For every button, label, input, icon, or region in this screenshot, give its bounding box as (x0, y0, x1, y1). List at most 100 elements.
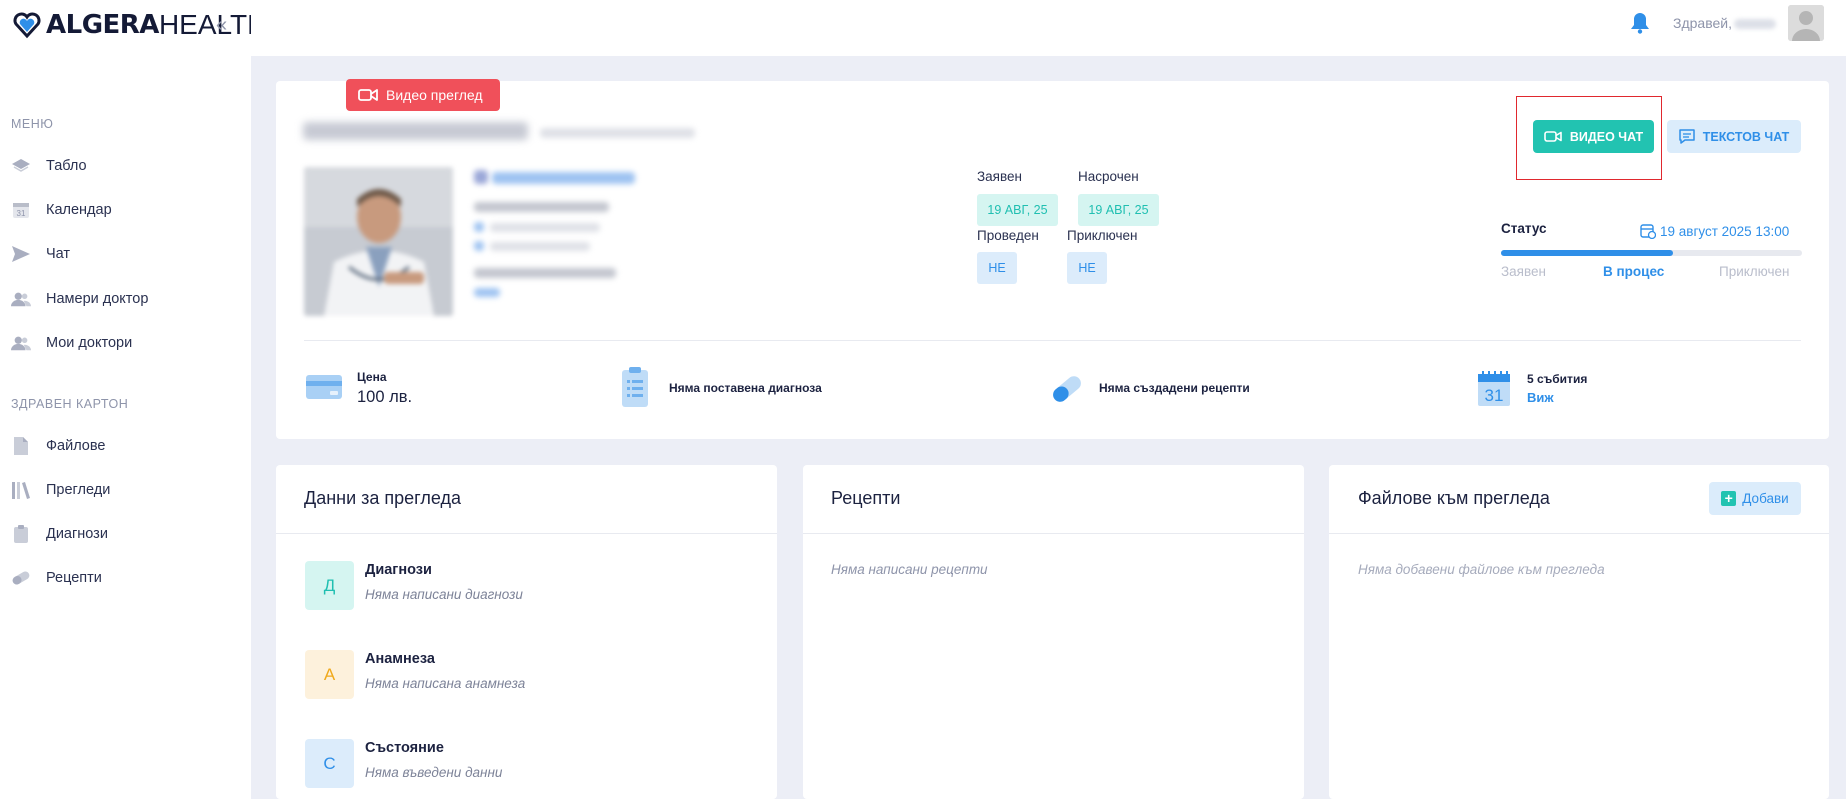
held-label: Проведен (977, 228, 1039, 243)
user-name-redacted (1733, 19, 1776, 30)
send-icon (11, 244, 31, 264)
svg-text:31: 31 (1485, 386, 1504, 405)
events-view-link[interactable]: Виж (1527, 390, 1554, 405)
status-label: Статус (1501, 221, 1547, 236)
diagnosis-info: Няма поставена диагноза (669, 381, 822, 395)
sidebar-item-find-doctor[interactable]: Намери доктор (0, 279, 251, 319)
doctor-email-redacted (490, 242, 590, 251)
brand-logo[interactable]: ALGERA HEALTH (12, 9, 267, 40)
users-icon (11, 289, 31, 309)
requested-label: Заявен (977, 169, 1022, 184)
sidebar-item-label: Мои доктори (46, 335, 133, 351)
add-file-label: Добави (1742, 491, 1789, 506)
notifications-bell-icon[interactable] (1630, 12, 1650, 39)
price-value: 100 лв. (357, 388, 413, 406)
text-chat-label: ТЕКСТОВ ЧАТ (1702, 129, 1790, 144)
exam-data-title: Данни за прегледа (304, 488, 461, 508)
dashboard-icon (11, 156, 31, 176)
files-panel (1329, 465, 1829, 799)
users-icon (11, 333, 31, 353)
menu-heading: МЕНЮ (11, 117, 54, 131)
condition-subtitle: Няма въведени данни (365, 765, 503, 780)
brand-name-bold: ALGERA (46, 10, 159, 40)
greeting-text: Здравей, (1673, 15, 1732, 31)
card-divider (304, 340, 1801, 341)
anamnesis-badge: А (305, 650, 354, 699)
price-label: Цена (357, 370, 387, 384)
sidebar-item-chat[interactable]: Чат (0, 234, 251, 274)
user-greeting: Здравей, (1673, 15, 1776, 31)
phone-icon-redacted (474, 222, 484, 232)
svg-text:31: 31 (17, 209, 26, 218)
sidebar-item-dashboard[interactable]: Табло (0, 146, 251, 186)
prescriptions-info: Няма създадени рецепти (1099, 381, 1250, 395)
chat-bubble-icon (1678, 129, 1695, 144)
file-icon (11, 436, 31, 456)
credit-card-icon (306, 373, 342, 406)
text-chat-button[interactable]: ТЕКСТОВ ЧАТ (1667, 120, 1801, 153)
status-date: 19 август 2025 13:00 (1640, 223, 1789, 239)
top-bar (251, 0, 1846, 56)
calendar-clock-icon (1640, 224, 1656, 239)
sidebar-item-calendar[interactable]: 31 Календар (0, 190, 251, 230)
scheduled-date-pill: 19 АВГ, 25 (1078, 194, 1159, 226)
consultation-type-badge: Видео преглед (346, 79, 500, 111)
pill-icon (11, 568, 31, 588)
sidebar-item-my-doctors[interactable]: Мои доктори (0, 323, 251, 363)
sidebar-item-examinations[interactable]: Прегледи (0, 470, 251, 510)
sidebar-item-label: Чат (46, 246, 71, 262)
sidebar: ALGERA HEALTH « МЕНЮ Табло 31 Календар Ч… (0, 0, 267, 799)
avatar-silhouette-icon (1788, 5, 1824, 41)
doctor-link-redacted[interactable] (492, 172, 635, 184)
add-file-button[interactable]: + Добави (1709, 482, 1801, 515)
sidebar-item-prescriptions[interactable]: Рецепти (0, 558, 251, 598)
status-step-requested: Заявен (1501, 264, 1546, 279)
status-step-in-progress: В процес (1603, 264, 1665, 279)
plus-icon: + (1721, 491, 1737, 506)
condition-badge: С (305, 739, 354, 788)
clipboard-list-icon (621, 366, 649, 413)
panel-separator (803, 533, 1304, 534)
doctor-phone-redacted (490, 223, 600, 232)
doctor-rating-redacted (474, 288, 500, 297)
calendar-icon: 31 (11, 200, 31, 220)
diagnoses-badge: Д (305, 561, 354, 610)
status-progress-fill (1501, 250, 1673, 256)
health-record-heading: ЗДРАВЕН КАРТОН (11, 397, 129, 411)
anamnesis-title[interactable]: Анамнеза (365, 651, 435, 667)
books-icon (11, 480, 31, 500)
sidebar-item-label: Прегледи (46, 482, 111, 498)
panel-separator (276, 533, 777, 534)
heart-logo-icon (13, 12, 41, 39)
status-step-completed: Приключен (1719, 264, 1790, 279)
files-empty: Няма добавени файлове към прегледа (1358, 562, 1605, 577)
status-progress-track (1501, 250, 1802, 256)
user-avatar[interactable] (1788, 5, 1824, 41)
calendar-events-icon: 31 (1478, 371, 1510, 411)
status-date-text: 19 август 2025 13:00 (1660, 223, 1790, 239)
prescriptions-title: Рецепти (831, 488, 901, 508)
sidebar-item-files[interactable]: Файлове (0, 426, 251, 466)
sidebar-item-label: Файлове (46, 438, 106, 454)
anamnesis-subtitle: Няма написана анамнеза (365, 676, 526, 691)
scheduled-label: Насрочен (1078, 169, 1139, 184)
completed-value-pill: НЕ (1067, 252, 1107, 284)
doctor-photo-image (304, 167, 453, 316)
clipboard-icon (11, 524, 31, 544)
requested-date-pill: 19 АВГ, 25 (977, 194, 1058, 226)
condition-title[interactable]: Състояние (365, 740, 444, 756)
doctor-specialty-redacted (540, 128, 695, 138)
held-value-pill: НЕ (977, 252, 1017, 284)
diagnoses-subtitle: Няма написани диагнози (365, 587, 523, 602)
panel-separator (1329, 533, 1829, 534)
sidebar-item-label: Рецепти (46, 570, 102, 586)
video-chat-label: ВИДЕО ЧАТ (1569, 129, 1644, 144)
doctor-extra-redacted (474, 268, 616, 278)
collapse-sidebar-icon[interactable]: « (216, 14, 227, 37)
diagnoses-title[interactable]: Диагнози (365, 562, 432, 578)
email-icon-redacted (474, 241, 484, 251)
doctor-detail-redacted (474, 202, 609, 212)
sidebar-item-diagnoses[interactable]: Диагнози (0, 514, 251, 554)
video-camera-icon (1544, 131, 1562, 142)
video-chat-button[interactable]: ВИДЕО ЧАТ (1533, 120, 1654, 153)
